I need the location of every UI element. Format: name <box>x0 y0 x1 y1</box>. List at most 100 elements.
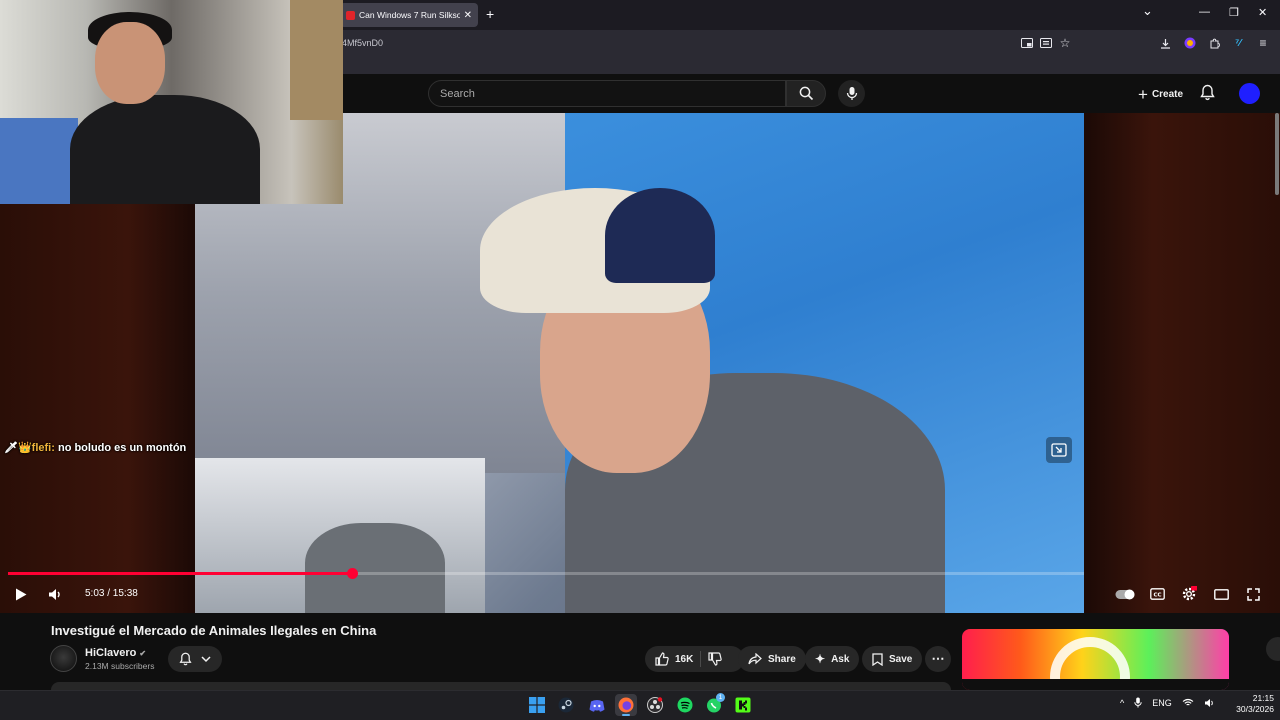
youtube-favicon-icon <box>346 10 355 20</box>
search-button[interactable] <box>786 80 826 107</box>
channel-name-row[interactable]: HiClavero ✔ <box>85 647 146 659</box>
create-label: Create <box>1151 88 1184 100</box>
fullscreen-button[interactable] <box>1243 584 1263 604</box>
more-icon: ⋯ <box>931 651 945 666</box>
list-all-tabs-icon[interactable]: ⌄ <box>1142 3 1153 19</box>
app-menu-icon[interactable]: ≡ <box>1256 36 1270 50</box>
play-icon <box>16 588 27 600</box>
sparkle-icon: ✦ <box>815 652 826 666</box>
subscription-notification-button[interactable] <box>168 646 222 672</box>
account-sync-icon[interactable] <box>1183 36 1197 50</box>
tab-title: Can Windows 7 Run Silksong? <box>359 10 460 20</box>
fullscreen-icon <box>1246 587 1260 601</box>
windows-taskbar <box>0 690 1280 720</box>
like-count: 16K <box>675 653 694 665</box>
thumbs-up-icon <box>655 652 669 666</box>
discord-icon[interactable] <box>586 694 608 716</box>
bell-icon <box>179 652 192 666</box>
create-button[interactable]: + Create <box>1130 82 1191 106</box>
miniplayer-button[interactable] <box>1046 437 1072 463</box>
tab-close-icon[interactable]: ✕ <box>464 10 472 21</box>
clock-time: 21:15 <box>1252 693 1274 703</box>
firefox-icon[interactable] <box>615 694 637 716</box>
miniplayer-icon <box>1051 443 1067 457</box>
whatsapp-unread-badge: 1 <box>716 693 725 702</box>
svg-text:CC: CC <box>1153 592 1161 598</box>
kick-icon[interactable] <box>732 694 754 716</box>
time-display: 5:03 / 15:38 <box>85 588 138 599</box>
volume-icon <box>49 588 60 600</box>
bell-icon <box>1200 84 1215 101</box>
whatsapp-icon[interactable]: 1 <box>703 693 725 716</box>
notifications-button[interactable] <box>1200 84 1215 106</box>
microphone-icon <box>846 87 857 100</box>
sponsored-ad-card[interactable] <box>962 629 1229 690</box>
channel-avatar[interactable] <box>50 645 77 672</box>
ask-label: Ask <box>831 653 850 665</box>
autoplay-toggle[interactable] <box>1115 584 1135 604</box>
address-bar-url[interactable]: 4Mf5vnD0 <box>342 38 383 48</box>
plus-icon: + <box>1138 84 1148 104</box>
account-avatar[interactable] <box>1239 83 1260 104</box>
progress-played <box>8 572 352 575</box>
reader-view-icon[interactable] <box>1039 36 1053 50</box>
clock-date: 30/3/2026 <box>1236 704 1274 714</box>
captions-button[interactable]: CC <box>1147 584 1167 604</box>
downloads-icon[interactable] <box>1158 36 1172 50</box>
settings-button[interactable] <box>1179 584 1199 604</box>
verified-badge-icon: ✔ <box>139 649 147 658</box>
bookmark-star-icon[interactable]: ☆ <box>1058 36 1072 50</box>
theater-icon <box>1213 588 1229 600</box>
save-label: Save <box>889 653 913 665</box>
page-scrollbar[interactable] <box>1275 113 1279 195</box>
search-input[interactable] <box>440 87 774 100</box>
voice-search-button[interactable] <box>838 80 865 107</box>
minimize-button[interactable]: — <box>1199 6 1210 18</box>
close-window-button[interactable]: ✕ <box>1258 6 1267 19</box>
streamer-webcam-overlay <box>0 0 343 204</box>
channel-name[interactable]: HiClavero <box>85 647 136 659</box>
chat-text: no boludo es un montón <box>57 442 187 454</box>
ask-button[interactable]: ✦ Ask <box>805 646 860 672</box>
restore-button[interactable]: ❐ <box>1229 6 1239 19</box>
video-title: Investigué el Mercado de Animales Ilegal… <box>51 623 377 638</box>
new-tab-button[interactable]: + <box>486 6 494 22</box>
taskbar-clock[interactable]: 21:15 30/3/2026 <box>1226 693 1274 715</box>
autoplay-toggle-icon <box>1115 589 1135 599</box>
more-actions-button[interactable]: ⋯ <box>925 646 951 672</box>
windows-start-icon[interactable] <box>526 694 548 716</box>
share-label: Share <box>768 653 796 665</box>
description-box[interactable] <box>51 682 951 690</box>
steam-icon[interactable] <box>555 694 577 716</box>
volume-icon[interactable] <box>1204 698 1215 708</box>
browser-tab-active[interactable]: Can Windows 7 Run Silksong? ✕ <box>340 3 478 27</box>
captions-icon: CC <box>1149 588 1165 600</box>
mute-button[interactable] <box>45 584 65 604</box>
system-tray: ^ ENG <box>1120 697 1215 708</box>
input-language[interactable]: ENG <box>1152 698 1172 708</box>
subscriber-count: 2.13M subscribers <box>85 661 155 671</box>
share-button[interactable]: Share <box>738 646 806 672</box>
chat-badges: 🗡👑 <box>4 442 32 454</box>
theater-mode-button[interactable] <box>1211 584 1231 604</box>
like-button[interactable]: 16K <box>645 646 703 672</box>
share-icon <box>748 653 762 665</box>
search-box[interactable] <box>428 80 786 107</box>
gear-icon <box>1182 586 1197 601</box>
obs-icon[interactable] <box>644 694 666 716</box>
chevron-down-icon <box>201 655 211 662</box>
play-button[interactable] <box>11 584 31 604</box>
sidebar-next-arrow[interactable] <box>1266 637 1280 661</box>
progress-scrubber[interactable] <box>347 568 358 579</box>
thumbs-down-icon <box>708 652 722 666</box>
save-button[interactable]: Save <box>862 646 923 672</box>
spotify-icon[interactable] <box>674 694 696 716</box>
extensions-puzzle-icon[interactable] <box>1207 36 1221 50</box>
extension-translate-icon[interactable]: ⁷⁄ <box>1231 36 1245 50</box>
chat-username: flefi: <box>31 442 55 454</box>
tray-overflow-chevron-icon[interactable]: ^ <box>1120 698 1124 708</box>
microphone-icon[interactable] <box>1134 697 1142 708</box>
dislike-button[interactable] <box>702 646 728 672</box>
picture-in-picture-icon[interactable] <box>1020 36 1034 50</box>
wifi-icon[interactable] <box>1182 698 1194 707</box>
